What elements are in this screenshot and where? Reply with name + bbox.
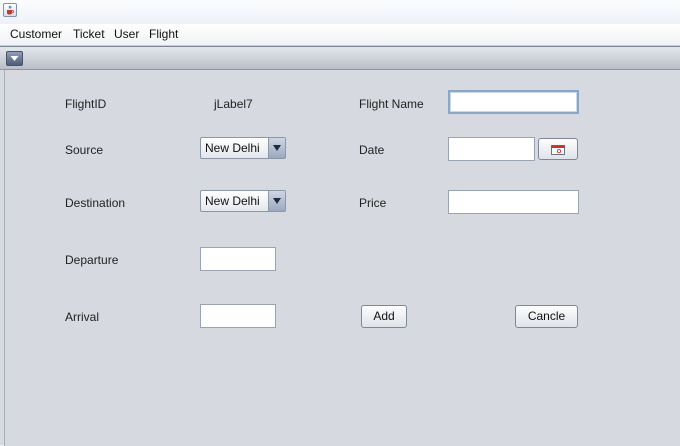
departure-input[interactable]: [200, 247, 276, 271]
flight-name-input[interactable]: [448, 90, 579, 114]
flight-id-label: FlightID: [65, 97, 107, 111]
source-dropdown-arrow[interactable]: [268, 138, 285, 158]
destination-dropdown-arrow[interactable]: [268, 191, 285, 211]
menu-customer[interactable]: Customer: [10, 27, 62, 41]
price-input[interactable]: [448, 190, 579, 214]
arrival-label: Arrival: [65, 310, 100, 324]
source-select[interactable]: New Delhi: [200, 137, 286, 159]
source-selected-value: New Delhi: [205, 141, 260, 155]
source-label: Source: [65, 143, 104, 157]
cancel-button[interactable]: Cancle: [515, 305, 578, 328]
destination-label: Destination: [65, 196, 126, 210]
internal-frame: FlightID jLabel7 Flight Name Source New …: [0, 46, 680, 446]
price-label: Price: [359, 196, 387, 210]
calendar-icon: [551, 145, 565, 155]
date-input[interactable]: [448, 137, 535, 161]
frame-menu-button[interactable]: [6, 51, 23, 66]
arrival-input[interactable]: [200, 304, 276, 328]
java-cup-icon: [3, 3, 17, 17]
add-button[interactable]: Add: [361, 305, 407, 328]
internal-frame-titlebar: [0, 47, 680, 70]
date-label: Date: [359, 143, 385, 157]
menu-flight[interactable]: Flight: [149, 27, 178, 41]
date-picker-button[interactable]: [538, 138, 578, 160]
triangle-down-icon: [273, 198, 281, 204]
destination-select[interactable]: New Delhi: [200, 190, 286, 212]
flight-name-label: Flight Name: [359, 97, 424, 111]
menu-user[interactable]: User: [114, 27, 139, 41]
triangle-down-icon: [273, 145, 281, 151]
flight-id-value: jLabel7: [214, 97, 253, 111]
window-titlebar: [0, 0, 680, 24]
menu-bar: Customer Ticket User Flight: [0, 24, 680, 46]
departure-label: Departure: [65, 253, 119, 267]
chevron-down-icon: [10, 56, 19, 61]
destination-selected-value: New Delhi: [205, 194, 260, 208]
menu-ticket[interactable]: Ticket: [73, 27, 105, 41]
flight-form-panel: FlightID jLabel7 Flight Name Source New …: [4, 70, 680, 446]
